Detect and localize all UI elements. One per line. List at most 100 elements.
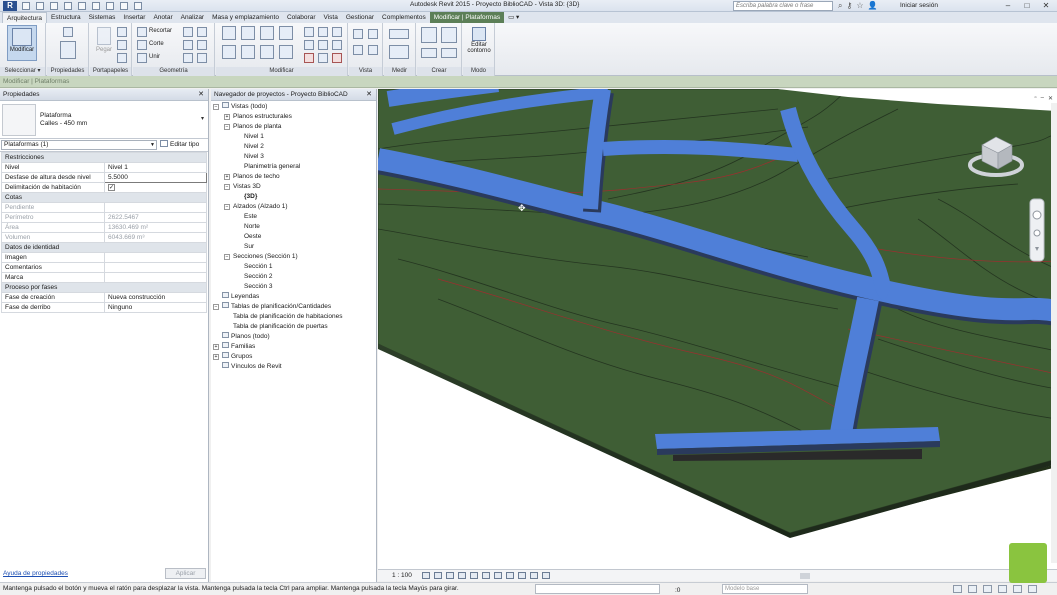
maximize-icon[interactable]: □ — [1018, 0, 1036, 11]
open-icon[interactable] — [22, 2, 30, 10]
move-icon[interactable] — [222, 45, 236, 59]
align-icon[interactable] — [222, 26, 236, 40]
tab-complementos[interactable]: Complementos — [378, 12, 430, 23]
design-option-select[interactable]: Modelo base — [722, 584, 808, 594]
browser-node[interactable]: Nivel 2 — [211, 142, 377, 152]
help-link[interactable]: Ayuda de propiedades — [3, 570, 68, 577]
tab-arquitectura[interactable]: Arquitectura — [2, 12, 48, 23]
ribbon-minimize-icon[interactable]: ▭ ▾ — [504, 12, 523, 23]
reveal-hidden-icon[interactable] — [530, 572, 538, 579]
wall-joins-icon[interactable] — [183, 40, 193, 50]
collapse-icon[interactable]: − — [224, 204, 230, 210]
paste-icon[interactable] — [97, 27, 111, 45]
split-gap-icon[interactable] — [318, 53, 328, 63]
minimize-view-icon[interactable]: – — [1041, 95, 1044, 102]
measure-icon[interactable] — [92, 2, 100, 10]
browser-node[interactable]: − Secciones (Sección 1) — [211, 252, 377, 262]
print-icon[interactable] — [78, 2, 86, 10]
browser-node[interactable]: Sur — [211, 242, 377, 252]
property-group-header[interactable]: Proceso por fases — [1, 282, 207, 293]
property-value[interactable] — [104, 272, 207, 283]
cut-icon[interactable] — [117, 27, 127, 37]
text-icon[interactable] — [106, 2, 114, 10]
tab-gestionar[interactable]: Gestionar — [342, 12, 378, 23]
join-icon[interactable] — [137, 53, 147, 63]
close-icon[interactable]: ✕ — [1037, 0, 1055, 11]
property-value[interactable]: Nueva construcción — [104, 292, 207, 303]
property-value[interactable]: Nivel 1 — [104, 162, 207, 173]
array-icon[interactable] — [318, 27, 328, 37]
cope-icon[interactable] — [137, 27, 147, 37]
undo-icon[interactable] — [50, 2, 58, 10]
expand-icon[interactable]: + — [224, 114, 230, 120]
close-view-icon[interactable]: ✕ — [1048, 95, 1053, 102]
collapse-icon[interactable]: − — [224, 254, 230, 260]
join-label[interactable]: Unir — [149, 54, 160, 60]
temporary-hide-icon[interactable] — [518, 572, 526, 579]
rotate-icon[interactable] — [260, 45, 274, 59]
scroll-thumb[interactable] — [800, 573, 810, 579]
property-value[interactable]: 5.5000 — [104, 172, 207, 183]
subscription-icon[interactable]: ⚷ — [846, 1, 852, 11]
split-icon[interactable] — [304, 27, 314, 37]
browser-node[interactable]: Oeste — [211, 232, 377, 242]
minimize-icon[interactable]: – — [999, 0, 1017, 11]
property-group-header[interactable]: Restricciones — [1, 152, 207, 163]
search-icon[interactable]: ⌕ — [838, 1, 842, 11]
browser-node[interactable]: Sección 3 — [211, 282, 377, 292]
unjoin-icon[interactable] — [197, 53, 207, 63]
browser-node[interactable]: − Planos de planta — [211, 122, 377, 132]
browser-node[interactable]: Planimetría general — [211, 162, 377, 172]
browser-node[interactable]: {3D} — [211, 192, 377, 202]
horizontal-scrollbar[interactable] — [578, 573, 1018, 579]
hide-element-icon[interactable] — [353, 29, 363, 39]
property-value[interactable] — [104, 252, 207, 263]
revit-logo-icon[interactable]: R — [3, 1, 17, 11]
property-value[interactable] — [104, 262, 207, 273]
navigation-bar[interactable] — [1029, 198, 1045, 262]
type-selector[interactable]: Plataforma Calles - 450 mm ▾ — [0, 101, 208, 139]
create-parts-icon[interactable] — [421, 48, 437, 58]
shadows-icon[interactable] — [458, 572, 466, 579]
trim-extend-icon[interactable] — [279, 45, 293, 59]
tab-analizar[interactable]: Analizar — [177, 12, 208, 23]
collapse-icon[interactable]: − — [213, 104, 219, 110]
collapse-icon[interactable]: − — [213, 304, 219, 310]
mirror-draw-icon[interactable] — [279, 26, 293, 40]
save-icon[interactable] — [36, 2, 44, 10]
tab-anotar[interactable]: Anotar — [149, 12, 176, 23]
browser-node[interactable]: − Vistas 3D — [211, 182, 377, 192]
vertical-scrollbar[interactable] — [1051, 103, 1057, 563]
show-crop-icon[interactable] — [494, 572, 502, 579]
browser-node[interactable]: Planos (todo) — [211, 332, 377, 342]
select-pinned-icon[interactable] — [983, 585, 992, 593]
tab-sistemas[interactable]: Sistemas — [85, 12, 120, 23]
crop-view-icon[interactable] — [482, 572, 490, 579]
browser-node[interactable]: Leyendas — [211, 292, 377, 302]
tab-masa-emplazamiento[interactable]: Masa y emplazamiento — [208, 12, 283, 23]
browser-node[interactable]: Vínculos de Revit — [211, 362, 377, 372]
offset-icon[interactable] — [241, 26, 255, 40]
type-properties-icon[interactable] — [63, 27, 73, 37]
linework-icon[interactable] — [353, 45, 363, 55]
render-icon[interactable] — [470, 572, 478, 579]
select-underlay-icon[interactable] — [968, 585, 977, 593]
3d-viewport[interactable]: ✥ ▫ – ✕ — [378, 89, 1057, 569]
property-value[interactable]: Ninguno — [104, 302, 207, 313]
tab-colaborar[interactable]: Colaborar — [283, 12, 320, 23]
modify-button[interactable]: Modificar — [7, 25, 37, 61]
user-icon[interactable]: 👤 — [868, 1, 878, 11]
mirror-axis-icon[interactable] — [260, 26, 274, 40]
hide-category-icon[interactable] — [368, 45, 378, 55]
cut-geometry-label[interactable]: Corte — [149, 41, 164, 47]
restore-view-icon[interactable]: ▫ — [1034, 95, 1036, 102]
override-graphics-icon[interactable] — [368, 29, 378, 39]
terrain-model[interactable]: ✥ — [378, 89, 1057, 569]
expand-icon[interactable]: + — [213, 354, 219, 360]
checkbox[interactable]: ✓ — [108, 184, 115, 191]
browser-node[interactable]: Este — [211, 212, 377, 222]
tab-modificar-plataformas[interactable]: Modificar | Plataformas — [429, 12, 505, 23]
demolish-icon[interactable] — [197, 40, 207, 50]
tab-estructura[interactable]: Estructura — [47, 12, 85, 23]
create-similar-icon[interactable] — [441, 27, 457, 43]
